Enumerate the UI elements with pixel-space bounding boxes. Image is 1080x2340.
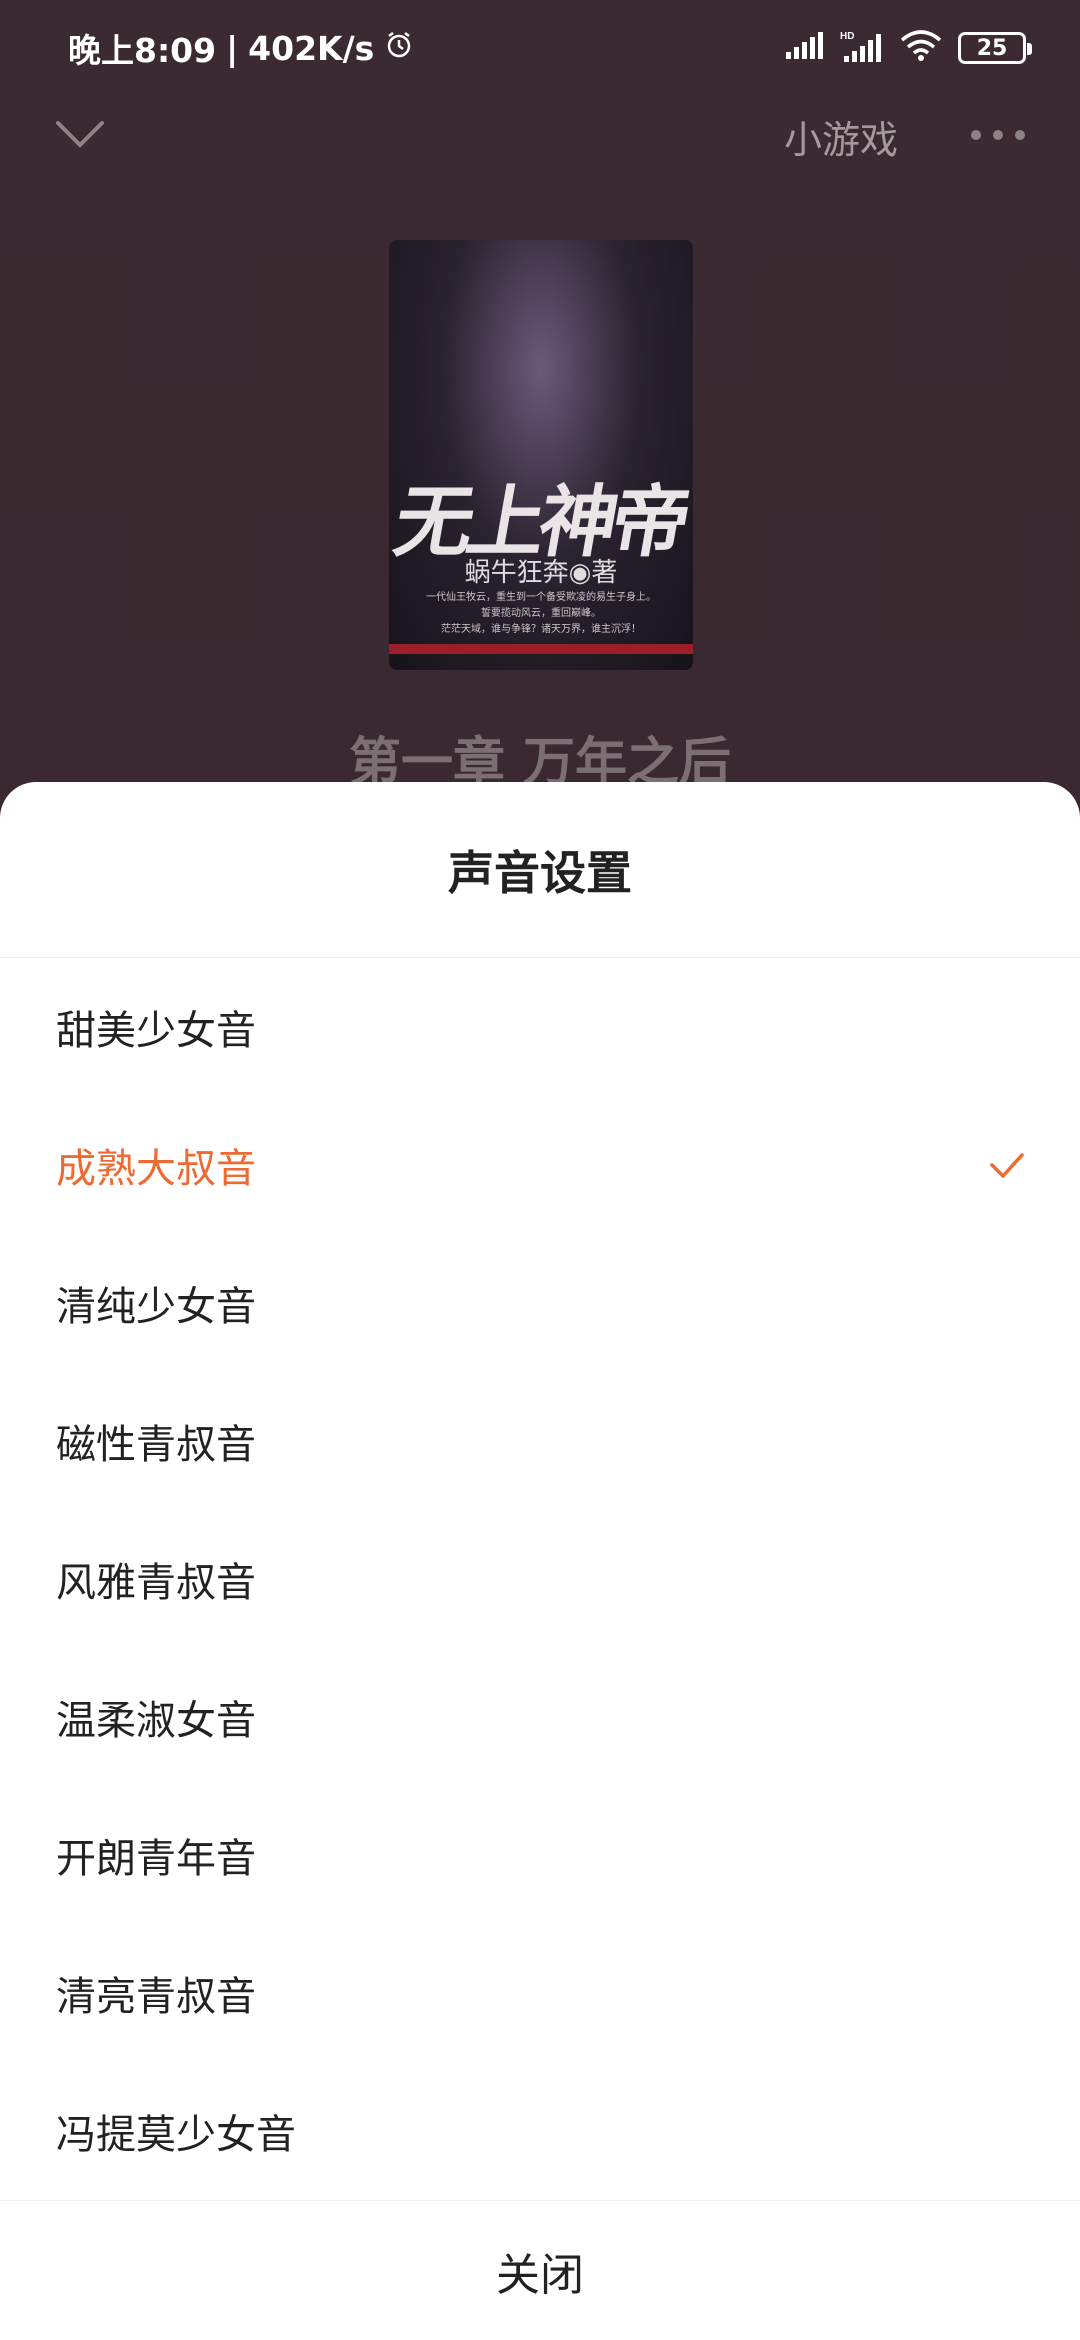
voice-option[interactable]: 磁性青叔音: [0, 1372, 1080, 1510]
voice-option[interactable]: 清纯少女音: [0, 1234, 1080, 1372]
status-bar: 晚上8:09 | 402K/s HD 25: [0, 0, 1080, 96]
mini-games-link[interactable]: 小游戏: [784, 109, 898, 164]
checkmark-icon: [990, 1153, 1024, 1178]
voice-option-label: 清亮青叔音: [56, 1974, 256, 2020]
cover-blurb-line: 誓要揽动风云，重回巅峰。: [481, 608, 601, 619]
cover-blurb-line: 一代仙王牧云，重生到一个备受欺凌的易生子身上。: [426, 592, 656, 603]
cover-stripe: [389, 644, 693, 654]
voice-option[interactable]: 冯提莫少女音: [0, 2062, 1080, 2200]
voice-option-label: 温柔淑女音: [56, 1698, 256, 1744]
voice-option-label: 开朗青年音: [56, 1836, 256, 1882]
voice-option-label: 磁性青叔音: [56, 1422, 256, 1468]
sheet-title: 声音设置: [0, 782, 1080, 958]
more-options-icon[interactable]: [970, 127, 1026, 146]
status-network-speed: 402K/s: [248, 28, 375, 68]
voice-option[interactable]: 甜美少女音: [0, 958, 1080, 1096]
close-button[interactable]: 关闭: [0, 2200, 1080, 2340]
wifi-icon: [900, 30, 942, 66]
status-right: HD 25: [784, 29, 1032, 67]
book-cover: 无上神帝 蜗牛狂奔◉著 一代仙王牧云，重生到一个备受欺凌的易生子身上。 誓要揽动…: [389, 240, 693, 670]
collapse-chevron-icon[interactable]: [54, 119, 106, 153]
voice-option-label: 甜美少女音: [56, 1008, 256, 1054]
cover-blurb: 一代仙王牧云，重生到一个备受欺凌的易生子身上。 誓要揽动风云，重回巅峰。 茫茫天…: [413, 590, 669, 638]
voice-option-label: 风雅青叔音: [56, 1560, 256, 1606]
status-left: 晚上8:09 | 402K/s: [68, 24, 414, 72]
voice-option[interactable]: 成熟大叔音: [0, 1096, 1080, 1234]
voice-settings-sheet: 声音设置 甜美少女音 成熟大叔音 清纯少女音 磁性青叔音 风雅青叔音 温柔淑女音…: [0, 782, 1080, 2340]
battery-indicator: 25: [958, 32, 1032, 64]
cover-author: 蜗牛狂奔◉著: [464, 558, 618, 588]
status-time: 晚上8:09: [68, 31, 217, 70]
nav-right: 小游戏: [784, 109, 1026, 164]
alarm-icon: [384, 29, 414, 68]
voice-option-list: 甜美少女音 成熟大叔音 清纯少女音 磁性青叔音 风雅青叔音 温柔淑女音 开朗青年…: [0, 958, 1080, 2200]
voice-option[interactable]: 清亮青叔音: [0, 1924, 1080, 2062]
top-nav: 小游戏: [0, 96, 1080, 176]
voice-option[interactable]: 开朗青年音: [0, 1786, 1080, 1924]
hd-signal-icon: HD: [840, 29, 884, 67]
voice-option[interactable]: 温柔淑女音: [0, 1648, 1080, 1786]
voice-option-label: 冯提莫少女音: [56, 2112, 296, 2158]
cellular-signal-icon: [784, 32, 824, 64]
svg-text:HD: HD: [840, 31, 854, 42]
voice-option-label: 清纯少女音: [56, 1284, 256, 1330]
cover-blurb-line: 茫茫天域，谁与争锋？诸天万界，谁主沉浮！: [441, 624, 641, 635]
status-separator: |: [226, 28, 239, 68]
voice-option[interactable]: 风雅青叔音: [0, 1510, 1080, 1648]
voice-option-label: 成熟大叔音: [56, 1146, 256, 1192]
